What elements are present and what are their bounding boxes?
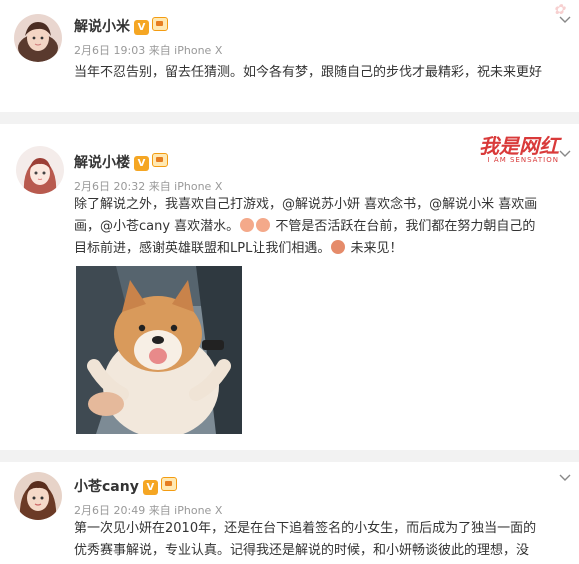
vip-badge [152,153,168,167]
avatar[interactable] [14,472,62,520]
emoji-icon [240,218,255,232]
author-name-text[interactable]: 解说小楼 [74,155,130,171]
emoji-icon [256,218,271,232]
watermark-sub: I AM SENSATION [487,156,559,164]
watermark-logo: 我是网红 I AM SENSATION [479,130,559,164]
verified-badge: V [134,20,149,35]
post-text: 第一次见小妍在2010年，还是在台下追着签名的小女生，而后成为了独当一面的 优秀… [74,518,574,562]
verified-badge: V [134,156,149,171]
post-text-line-2a: 画，@小苍cany 喜欢潜水。 [74,219,240,234]
author-name[interactable]: 小苍cany V [74,476,177,496]
post-text-line-1: 除了解说之外，我喜欢自己打游戏，@解说苏小妍 喜欢念书，@解说小米 喜欢画 [74,197,538,212]
author-name[interactable]: 解说小楼 V [74,152,168,172]
chevron-down-icon[interactable] [559,474,571,482]
chevron-down-icon[interactable] [559,16,571,24]
post-text-line-3b: 未来见！ [350,241,403,256]
verified-badge: V [142,480,158,495]
post-text-line-2: 优秀赛事解说，专业认真。记得我还是解说的时候，和小妍畅谈彼此的理想，没 [74,543,530,558]
author-name-text[interactable]: 解说小米 [74,19,130,35]
avatar[interactable] [16,146,64,194]
post-card-2: 我是网红 I AM SENSATION 解说小楼 V 2月6日 20:32 来自 … [0,124,579,450]
author-name[interactable]: 解说小米 V [74,16,168,36]
post-text: 除了解说之外，我喜欢自己打游戏，@解说苏小妍 喜欢念书，@解说小米 喜欢画 画，… [74,194,574,260]
post-text-line-2: 画，@小苍cany 喜欢潜水。 不管是否活跃在台前，我们都在努力朝自己的 [74,216,574,238]
post-text-line-2b: 不管是否活跃在台前，我们都在努力朝自己的 [275,219,536,234]
emoji-icon [331,240,346,254]
post-text: 当年不忍告别，留去任猜测。如今各有梦，跟随自己的步伐才最精彩，祝未来更好 [74,65,543,80]
author-name-text[interactable]: 小苍cany [74,479,139,495]
post-card-3: 小苍cany V 2月6日 20:49 来自 iPhone X 第一次见小妍在20… [0,462,579,564]
post-text-line-3: 目标前进，感谢英雄联盟和LPL让我们相遇。 未来见！ [74,238,574,260]
post-meta[interactable]: 2月6日 20:49 来自 iPhone X [74,502,222,518]
post-text-line-3a: 目标前进，感谢英雄联盟和LPL让我们相遇。 [74,241,331,256]
post-text-line-1: 第一次见小妍在2010年，还是在台下追着签名的小女生，而后成为了独当一面的 [74,521,537,536]
avatar[interactable] [14,14,62,62]
post-image[interactable] [76,266,242,434]
post-meta[interactable]: 2月6日 19:03 来自 iPhone X [74,42,222,58]
vip-badge [160,477,177,491]
vip-badge [152,17,168,31]
post-meta[interactable]: 2月6日 20:32 来自 iPhone X [74,178,222,194]
chevron-down-icon[interactable] [559,150,571,158]
post-card-1: ✿ 解说小米 V 2月6日 19:03 来自 iPhone X 当年不忍告别，留去… [0,0,579,112]
weibo-feed: ✿ 解说小米 V 2月6日 19:03 来自 iPhone X 当年不忍告别，留去… [0,0,579,564]
watermark-main: 我是网红 [479,134,559,158]
